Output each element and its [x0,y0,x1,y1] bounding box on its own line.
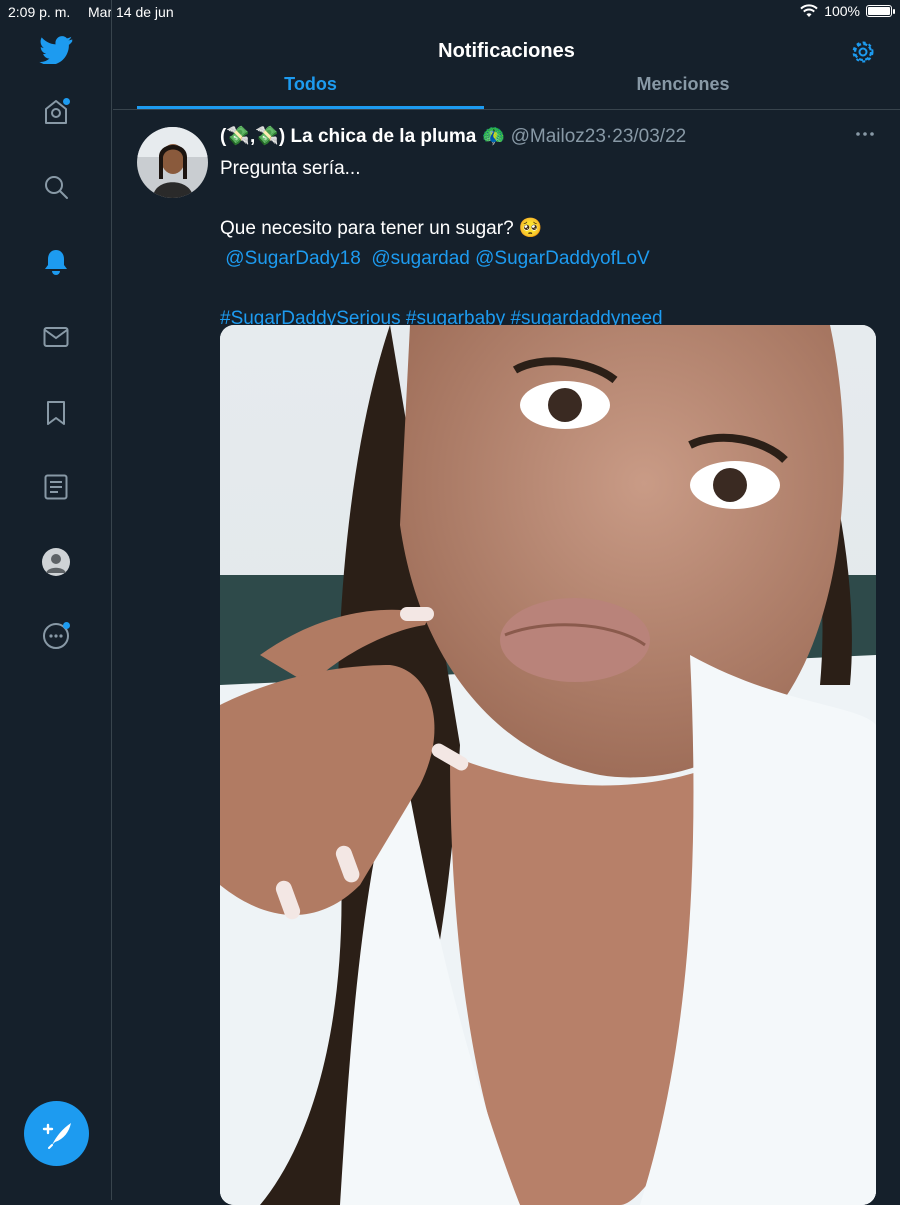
active-tab-indicator [137,106,484,109]
bell-icon[interactable] [40,246,72,278]
tweet-media-image[interactable] [220,325,876,1205]
tweet[interactable]: (💸,💸) La chica de la pluma 🦚 @Mailoz23·2… [113,110,900,1205]
more-horizontal-icon [856,132,874,136]
mail-icon[interactable] [40,321,72,353]
list-icon[interactable] [40,471,72,503]
tweet-line-2 [220,184,880,214]
tweet-header: (💸,💸) La chica de la pluma 🦚 @Mailoz23·2… [220,124,686,148]
tab-mentions[interactable]: Menciones [533,72,833,94]
twitter-logo-icon[interactable] [38,32,74,68]
page-title: Notificaciones [438,40,575,62]
battery-percent: 100% [824,3,860,19]
status-right: 100% [800,3,895,19]
gear-icon [852,41,874,63]
sidebar [0,0,112,1200]
compose-tweet-button[interactable] [24,1101,89,1166]
tweet-date[interactable]: 23/03/22 [612,126,686,147]
tweet-line-1: Pregunta sería... [220,158,361,179]
display-name[interactable]: (💸,💸) La chica de la pluma 🦚 [220,126,505,147]
notifications-header: Notificaciones Todos Menciones [113,24,900,110]
wifi-icon [800,4,818,17]
status-bar: 2:09 p. m. Mar 14 de jun 100% [0,0,900,24]
mention-link[interactable]: @SugarDady18 [225,248,360,269]
mention-link[interactable]: @sugardad [371,248,470,269]
avatar[interactable] [137,127,208,198]
tweet-text: Pregunta sería... Que necesito para tene… [220,154,880,334]
mention-link[interactable]: @SugarDaddyofLoV [475,248,650,269]
tweet-line-3: Que necesito para tener un sugar? 🥺 [220,218,543,239]
handle[interactable]: @Mailoz23 [511,126,606,147]
more-notification-dot [63,622,70,629]
tweet-mentions: @SugarDady18 @sugardad @SugarDaddyofLoV [220,244,880,274]
home-notification-dot [63,98,70,105]
compose-tweet-icon [42,1122,71,1149]
battery-icon [866,5,895,17]
bookmark-icon[interactable] [40,397,72,429]
more-icon[interactable] [40,620,72,652]
tab-all-label: Todos [284,74,337,94]
tab-all[interactable]: Todos [137,72,484,94]
search-icon[interactable] [40,171,72,203]
home-icon[interactable] [40,96,72,128]
settings-button[interactable] [850,39,876,65]
tweet-more-button[interactable] [854,124,876,144]
tab-mentions-label: Menciones [636,74,730,94]
profile-avatar[interactable] [40,546,72,578]
